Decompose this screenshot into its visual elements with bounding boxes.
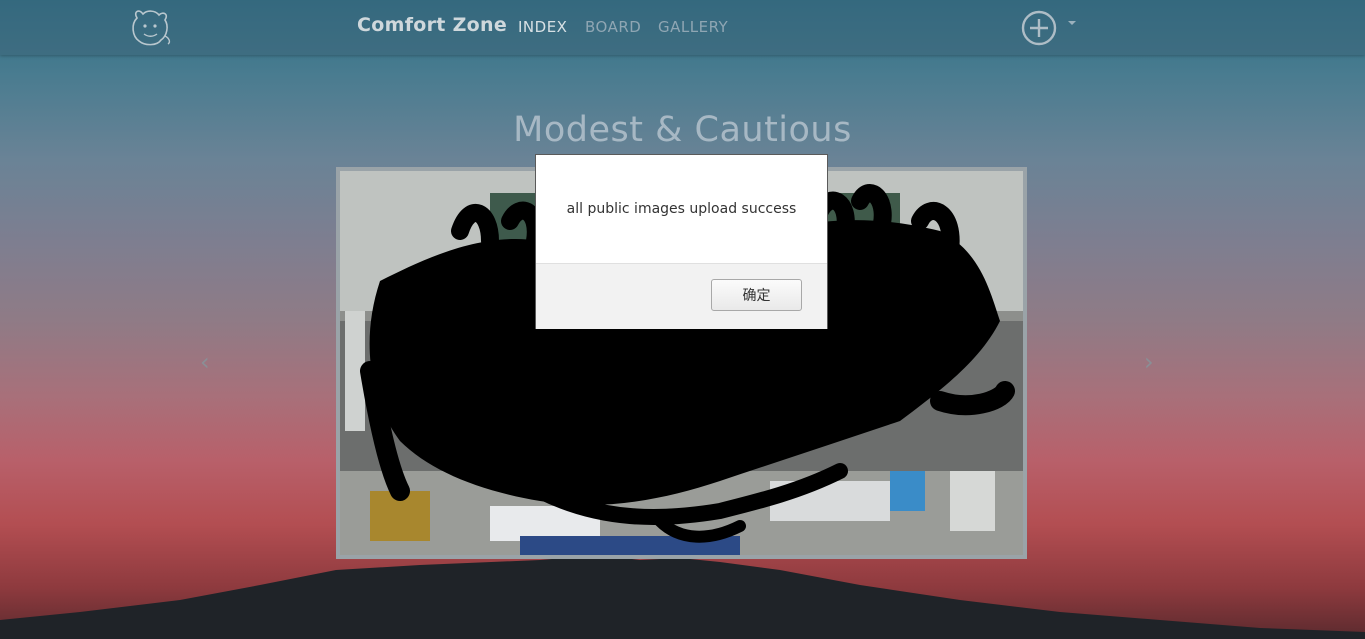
page: Comfort Zone INDEX BOARD GALLERY Modest … — [0, 0, 1365, 639]
plus-circle-icon[interactable] — [1020, 9, 1058, 47]
brand-title[interactable]: Comfort Zone — [357, 14, 507, 36]
nav-link-board[interactable]: BOARD — [585, 18, 641, 36]
carousel-prev-button[interactable]: ‹ — [200, 348, 210, 376]
nav-link-gallery[interactable]: GALLERY — [658, 18, 728, 36]
creature-logo-icon[interactable] — [127, 6, 173, 50]
alert-message: all public images upload success — [566, 201, 797, 217]
alert-dialog: all public images upload success 确定 — [535, 154, 828, 329]
carousel-next-button[interactable]: › — [1144, 348, 1154, 376]
nav-link-index[interactable]: INDEX — [518, 18, 567, 36]
ok-button[interactable]: 确定 — [711, 279, 802, 311]
caret-down-icon[interactable] — [1068, 21, 1076, 25]
navbar: Comfort Zone INDEX BOARD GALLERY — [0, 0, 1365, 55]
alert-footer: 确定 — [536, 263, 827, 329]
page-heading: Modest & Cautious — [513, 110, 852, 150]
